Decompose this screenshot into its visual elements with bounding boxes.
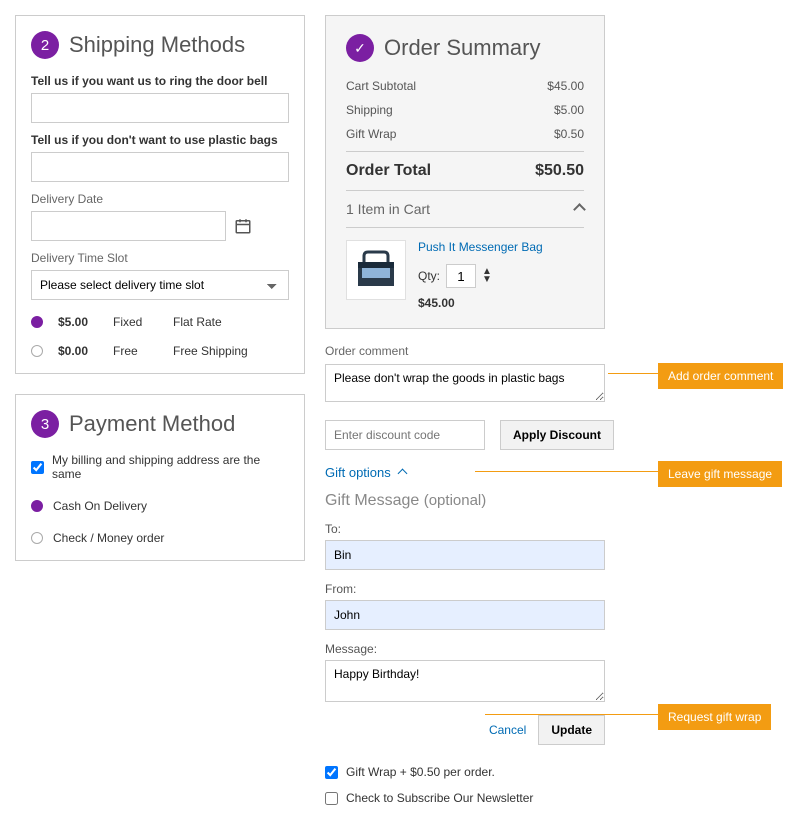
doorbell-label: Tell us if you want us to ring the door …: [31, 74, 289, 88]
chevron-up-icon: [399, 465, 406, 480]
pay-cod[interactable]: Cash On Delivery: [31, 499, 289, 513]
cancel-button[interactable]: Cancel: [489, 723, 526, 737]
radio-icon: [31, 345, 43, 357]
gift-wrap-row[interactable]: Gift Wrap + $0.50 per order.: [325, 765, 775, 779]
delivery-slot-select[interactable]: Please select delivery time slot: [31, 270, 289, 300]
apply-discount-button[interactable]: Apply Discount: [500, 420, 614, 450]
gift-wrap-checkbox[interactable]: [325, 766, 338, 779]
order-comment-input[interactable]: Please don't wrap the goods in plastic b…: [325, 364, 605, 402]
qty-down-icon[interactable]: ▼: [482, 276, 492, 284]
pay-check[interactable]: Check / Money order: [31, 531, 289, 545]
discount-code-input[interactable]: [325, 420, 485, 450]
plastic-label: Tell us if you don't want to use plastic…: [31, 133, 289, 147]
radio-selected-icon: [31, 500, 43, 512]
payment-title: Payment Method: [69, 411, 235, 437]
gift-to-input[interactable]: [325, 540, 605, 570]
step-3-badge: 3: [31, 410, 59, 438]
gift-from-label: From:: [325, 582, 775, 596]
product-name-link[interactable]: Push It Messenger Bag: [418, 240, 584, 254]
payment-method-panel: 3 Payment Method My billing and shipping…: [15, 394, 305, 561]
qty-input[interactable]: [446, 264, 476, 288]
radio-icon: [31, 532, 43, 544]
cart-item: Push It Messenger Bag Qty: ▲ ▼ $45.00: [346, 227, 584, 310]
gift-from-input[interactable]: [325, 600, 605, 630]
doorbell-input[interactable]: [31, 93, 289, 123]
same-address-checkbox[interactable]: [31, 461, 44, 474]
chevron-up-icon: [575, 201, 584, 217]
callout-line: [475, 471, 658, 472]
order-summary-panel: Order Summary Cart Subtotal$45.00 Shippi…: [325, 15, 605, 329]
callout-gift-wrap: Request gift wrap: [658, 704, 771, 730]
shipping-option-free[interactable]: $0.00 Free Free Shipping: [31, 344, 289, 358]
shipping-option-flat[interactable]: $5.00 Fixed Flat Rate: [31, 315, 289, 329]
callout-comment: Add order comment: [658, 363, 783, 389]
gift-msg-label: Message:: [325, 642, 775, 656]
radio-selected-icon: [31, 316, 43, 328]
gift-msg-input[interactable]: Happy Birthday!: [325, 660, 605, 702]
shipping-title: Shipping Methods: [69, 32, 245, 58]
newsletter-checkbox[interactable]: [325, 792, 338, 805]
gift-message-header: Gift Message (optional): [325, 492, 775, 510]
callout-line: [485, 714, 658, 715]
newsletter-row[interactable]: Check to Subscribe Our Newsletter: [325, 791, 775, 805]
order-comment-label: Order comment: [325, 344, 775, 358]
delivery-slot-label: Delivery Time Slot: [31, 251, 289, 265]
same-address-row[interactable]: My billing and shipping address are the …: [31, 453, 289, 481]
plastic-input[interactable]: [31, 152, 289, 182]
calendar-icon[interactable]: [234, 217, 252, 235]
cart-items-toggle[interactable]: 1 Item in Cart: [346, 190, 584, 227]
shipping-methods-panel: 2 Shipping Methods Tell us if you want u…: [15, 15, 305, 374]
step-2-badge: 2: [31, 31, 59, 59]
summary-title: Order Summary: [384, 35, 540, 61]
update-button[interactable]: Update: [538, 715, 605, 745]
check-icon: [346, 34, 374, 62]
delivery-date-label: Delivery Date: [31, 192, 289, 206]
delivery-date-input[interactable]: [31, 211, 226, 241]
gift-to-label: To:: [325, 522, 775, 536]
product-image: [346, 240, 406, 300]
callout-gift-msg: Leave gift message: [658, 461, 782, 487]
callout-line: [608, 373, 658, 374]
